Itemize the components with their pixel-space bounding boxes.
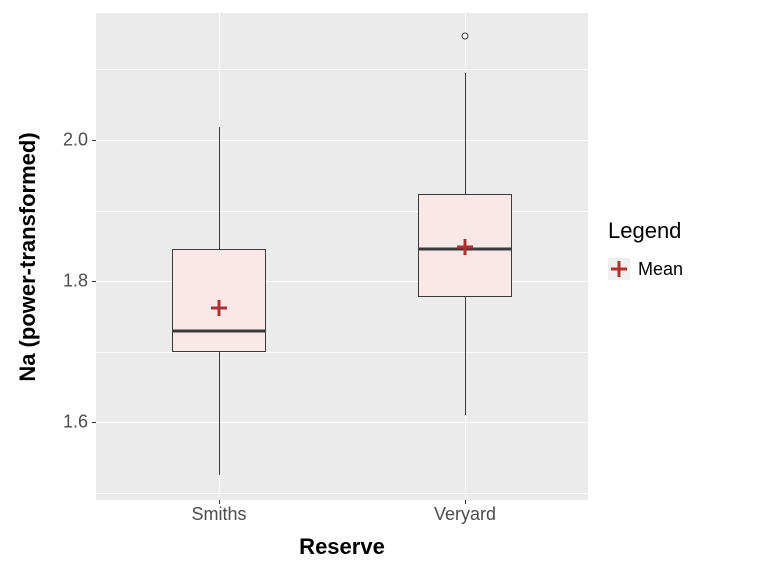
y-tick-label: 1.8: [63, 271, 88, 292]
legend: Legend Mean: [608, 218, 683, 280]
plot-panel: [96, 13, 588, 500]
y-tick-label: 1.6: [63, 412, 88, 433]
mean-cross-icon: [211, 300, 227, 316]
legend-label-mean: Mean: [638, 259, 683, 280]
x-tick-label: Veryard: [434, 504, 496, 525]
legend-key: [608, 258, 630, 280]
y-axis-title: Na (power-transformed): [15, 132, 41, 381]
outlier-point: [462, 32, 469, 39]
x-tick-label: Smiths: [191, 504, 246, 525]
legend-entry-mean: Mean: [608, 258, 683, 280]
mean-cross-icon: [611, 261, 627, 277]
mean-cross-icon: [457, 239, 473, 255]
y-tick-label: 2.0: [63, 130, 88, 151]
chart-root: Na (power-transformed) Reserve Legend Me…: [0, 0, 768, 576]
legend-title: Legend: [608, 218, 683, 244]
x-axis-title: Reserve: [299, 534, 385, 560]
